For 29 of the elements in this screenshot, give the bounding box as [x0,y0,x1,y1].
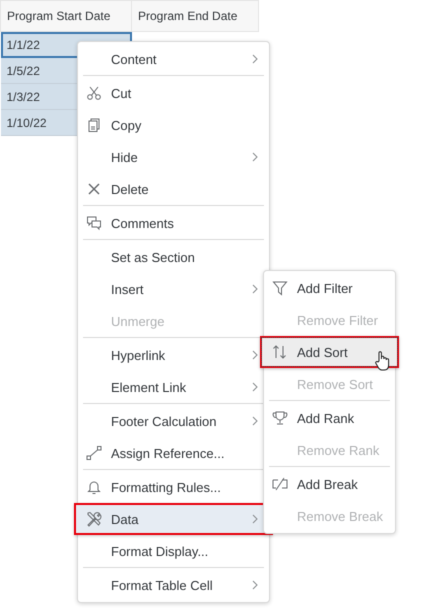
menu-item[interactable]: Assign Reference... [79,437,268,471]
menu-item[interactable]: Add Filter [265,272,394,304]
copy-icon [86,117,102,133]
sort-icon [272,344,288,360]
break-icon [272,476,288,492]
menu-item[interactable]: Set as Section [79,241,268,273]
comments-icon [86,215,102,231]
menu-item[interactable]: Hide [79,141,268,173]
bell-icon [86,479,102,495]
menu-item[interactable]: Formatting Rules... [79,471,268,503]
filter-icon [272,280,288,296]
column-header[interactable]: Program Start Date [0,0,132,32]
delete-icon [86,181,102,197]
reference-icon [86,445,102,461]
menu-item[interactable]: Comments [79,207,268,241]
menu-item[interactable]: Insert [79,273,268,305]
menu-item[interactable]: Element Link [79,371,268,405]
scissors-icon [86,85,102,101]
menu-item[interactable]: Add Rank [265,402,394,434]
menu-item[interactable]: Delete [79,173,268,207]
menu-item[interactable]: Format Display... [79,535,268,569]
menu-item[interactable]: Add Break [265,468,394,500]
trophy-icon [272,410,288,426]
menu-item[interactable]: Footer Calculation [79,405,268,437]
menu-item[interactable]: Format Table Cell [79,569,268,601]
menu-item[interactable]: Add Sort [260,336,399,368]
tools-icon [86,511,102,527]
menu-item[interactable]: Data [74,503,273,535]
column-header[interactable]: Program End Date [132,0,258,32]
